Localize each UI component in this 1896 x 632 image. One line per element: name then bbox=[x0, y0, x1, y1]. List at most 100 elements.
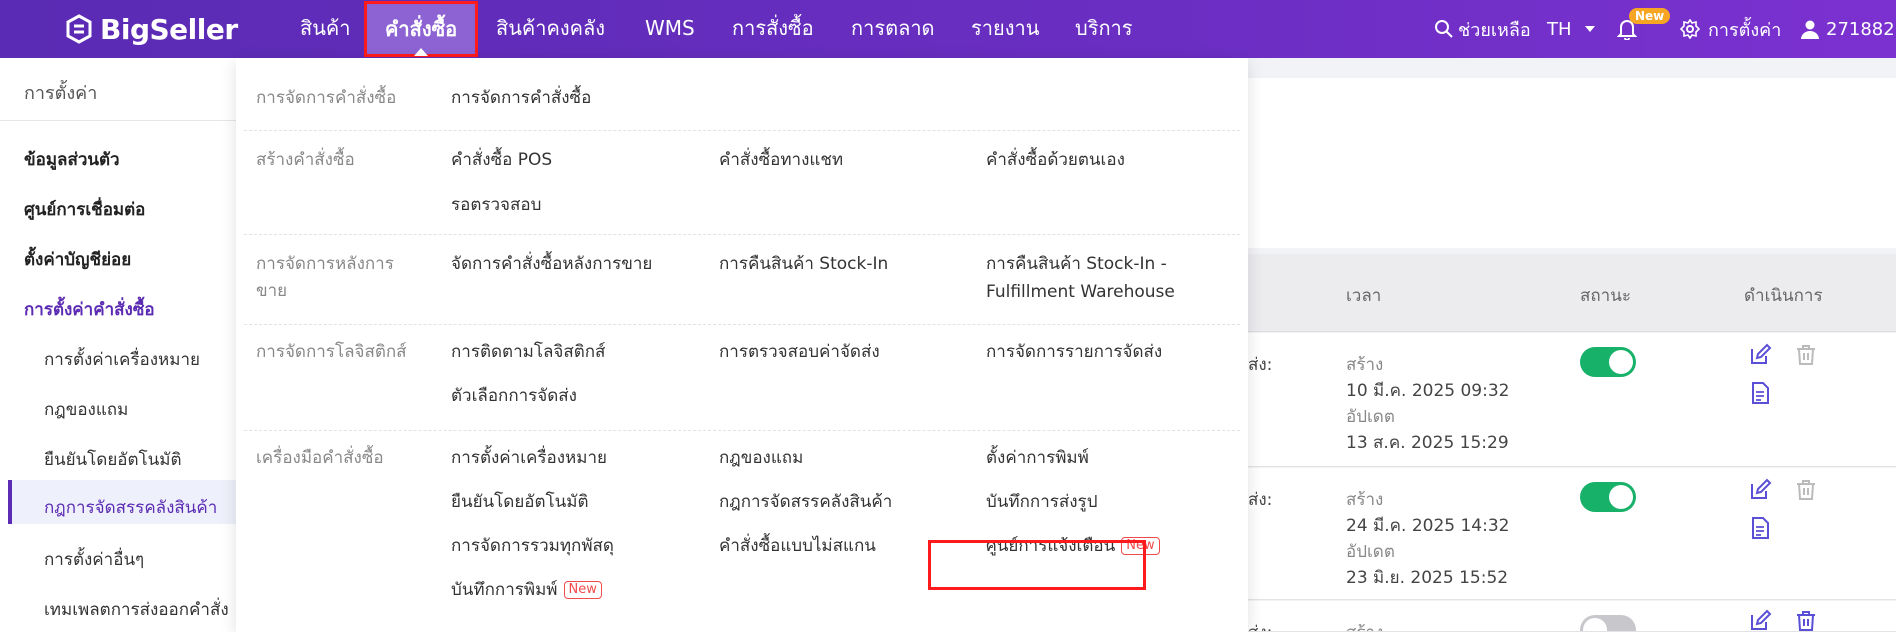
row-partial-text: ส่ง: bbox=[1248, 619, 1272, 631]
trash-icon[interactable] bbox=[1794, 343, 1818, 367]
sidebar-item-personal-info[interactable]: ข้อมูลส่วนตัว bbox=[24, 146, 120, 173]
link-auto-confirm[interactable]: ยืนยันโดยอัตโนมัติ bbox=[451, 488, 589, 516]
table-row: ส่ง: สร้าง bbox=[1248, 601, 1896, 632]
edit-icon[interactable] bbox=[1748, 478, 1772, 502]
gear-icon bbox=[1680, 19, 1700, 39]
user-menu[interactable]: 271882... bbox=[1800, 0, 1896, 58]
row-divider bbox=[244, 234, 1240, 235]
link-print-settings[interactable]: ตั้งค่าการพิมพ์ bbox=[986, 444, 1089, 472]
link-print-log[interactable]: บันทึกการพิมพ์ New bbox=[451, 576, 602, 604]
link-shipment-list[interactable]: การจัดการรายการจัดส่ง bbox=[986, 338, 1162, 366]
updated-time: 13 ส.ค. 2025 15:29 bbox=[1346, 433, 1509, 453]
caret-down-icon bbox=[1584, 26, 1595, 32]
updated-time: 23 มิ.ย. 2025 15:52 bbox=[1346, 568, 1509, 588]
link-no-scan-orders[interactable]: คำสั่งซื้อแบบไม่สแกน bbox=[719, 532, 876, 560]
created-label: สร้าง bbox=[1346, 619, 1383, 631]
nav-reports[interactable]: รายงาน bbox=[971, 0, 1039, 58]
link-tag-settings[interactable]: การตั้งค่าเครื่องหมาย bbox=[451, 444, 607, 472]
dropdown-caret bbox=[414, 48, 429, 56]
language-selector[interactable]: TH bbox=[1547, 0, 1596, 58]
help-link[interactable]: ช่วยเหลือ bbox=[1434, 0, 1531, 58]
sidebar-divider bbox=[0, 120, 236, 121]
nav-orders[interactable]: คำสั่งซื้อ bbox=[364, 1, 479, 57]
sidebar-subitem-warehouse-allocation[interactable]: กฎการจัดสรรคลังสินค้า bbox=[44, 494, 217, 521]
link-order-management[interactable]: การจัดการคำสั่งซื้อ bbox=[451, 84, 591, 112]
top-navigation-bar: BigSeller สินค้า คำสั่งซื้อ สินค้าคงคลัง… bbox=[0, 0, 1896, 58]
status-toggle[interactable] bbox=[1580, 482, 1636, 512]
sidebar-subitem-export-template[interactable]: เทมเพลตการส่งออกคำสั่ง bbox=[44, 596, 229, 623]
nav-products[interactable]: สินค้า bbox=[300, 0, 351, 58]
category-after-sale-line2: ขาย bbox=[256, 281, 288, 301]
category-after-sale: การจัดการหลังการ bbox=[256, 254, 394, 274]
link-logistics-tracking[interactable]: การติดตามโลจิสติกส์ bbox=[451, 338, 605, 366]
sidebar-subitem-auto-confirm[interactable]: ยืนยันโดยอัตโนมัติ bbox=[44, 446, 182, 473]
category-create-order: สร้างคำสั่งซื้อ bbox=[256, 150, 355, 170]
sidebar-item-sub-accounts[interactable]: ตั้งค่าบัญชีย่อย bbox=[24, 246, 131, 273]
updated-label: อัปเดต bbox=[1346, 542, 1395, 562]
category-logistics: การจัดการโลจิสติกส์ bbox=[256, 342, 407, 362]
link-pending-review[interactable]: รอตรวจสอบ bbox=[451, 191, 541, 219]
link-return-stock-in-fulfillment[interactable]: การคืนสินค้า Stock-In - Fulfillment Ware… bbox=[986, 250, 1175, 306]
created-label: สร้าง bbox=[1346, 355, 1384, 375]
status-toggle[interactable] bbox=[1580, 615, 1636, 631]
sidebar-title: การตั้งค่า bbox=[24, 83, 98, 104]
bigseller-logo[interactable]: BigSeller bbox=[64, 11, 238, 47]
link-return-stock-in[interactable]: การคืนสินค้า Stock-In bbox=[719, 250, 888, 278]
nav-services[interactable]: บริการ bbox=[1075, 0, 1133, 58]
link-return-stock-in-fulfillment-line2: Fulfillment Warehouse bbox=[986, 282, 1175, 302]
sidebar-item-integration-center[interactable]: ศูนย์การเชื่อมต่อ bbox=[24, 196, 145, 223]
new-tag: New bbox=[563, 581, 602, 599]
nav-marketing[interactable]: การตลาด bbox=[851, 0, 935, 58]
sidebar-subitem-tag-settings[interactable]: การตั้งค่าเครื่องหมาย bbox=[44, 346, 200, 373]
search-icon bbox=[1435, 20, 1453, 38]
row-divider bbox=[244, 324, 1240, 325]
updated-label: อัปเดต bbox=[1346, 407, 1395, 427]
settings-link[interactable]: การตั้งค่า bbox=[1680, 0, 1781, 58]
help-label: ช่วยเหลือ bbox=[1458, 19, 1531, 41]
link-shipping-options[interactable]: ตัวเลือกการจัดส่ง bbox=[451, 382, 577, 410]
link-pos-order[interactable]: คำสั่งซื้อ POS bbox=[451, 146, 552, 174]
column-header-actions: ดำเนินการ bbox=[1744, 286, 1823, 306]
document-icon[interactable] bbox=[1748, 516, 1772, 540]
bigseller-logo-icon bbox=[66, 14, 92, 44]
nav-orders-label: คำสั่งซื้อ bbox=[385, 17, 458, 41]
row-partial-text: ส่ง: bbox=[1248, 355, 1273, 375]
sidebar-subitem-other-settings[interactable]: การตั้งค่าอื่นๆ bbox=[44, 546, 144, 573]
link-merge-parcels[interactable]: การจัดการรวมทุกพัสดุ bbox=[451, 532, 614, 560]
sidebar-subitem-gift-rules[interactable]: กฎของแถม bbox=[44, 396, 128, 423]
link-chat-order[interactable]: คำสั่งซื้อทางแชท bbox=[719, 146, 843, 174]
table-row: ส่ง: สร้าง 24 มี.ค. 2025 14:32 อัปเดต 23… bbox=[1248, 468, 1896, 600]
sidebar-item-order-settings[interactable]: การตั้งค่าคำสั่งซื้อ bbox=[24, 296, 155, 323]
language-label: TH bbox=[1547, 18, 1572, 40]
link-warehouse-allocation-rules[interactable]: กฎการจัดสรรคลังสินค้า bbox=[719, 488, 892, 516]
created-time: 24 มี.ค. 2025 14:32 bbox=[1346, 516, 1510, 536]
user-icon bbox=[1801, 20, 1819, 39]
logo-text: BigSeller bbox=[100, 12, 238, 46]
trash-icon[interactable] bbox=[1794, 478, 1818, 502]
row-divider bbox=[244, 430, 1240, 431]
row-divider bbox=[244, 130, 1240, 131]
nav-inventory[interactable]: สินค้าคงคลัง bbox=[496, 0, 605, 58]
link-after-sale-management[interactable]: จัดการคำสั่งซื้อหลังการขาย bbox=[451, 250, 652, 278]
edit-icon[interactable] bbox=[1748, 343, 1772, 367]
link-shipping-fee-check[interactable]: การตรวจสอบค่าจัดส่ง bbox=[719, 338, 880, 366]
link-photo-send-log[interactable]: บันทึกการส่งรูป bbox=[986, 488, 1097, 516]
nav-purchasing[interactable]: การสั่งซื้อ bbox=[732, 0, 814, 58]
trash-icon[interactable] bbox=[1794, 609, 1818, 632]
link-gift-rules[interactable]: กฎของแถม bbox=[719, 444, 803, 472]
orders-dropdown-menu: การจัดการคำสั่งซื้อ การจัดการคำสั่งซื้อ … bbox=[236, 58, 1248, 632]
table-row: ส่ง: สร้าง 10 มี.ค. 2025 09:32 อัปเดต 13… bbox=[1248, 333, 1896, 467]
edit-icon[interactable] bbox=[1748, 609, 1772, 632]
link-return-stock-in-fulfillment-line1: การคืนสินค้า Stock-In - bbox=[986, 254, 1167, 274]
nav-wms[interactable]: WMS bbox=[645, 0, 695, 58]
column-header-status: สถานะ bbox=[1580, 286, 1631, 306]
link-manual-order[interactable]: คำสั่งซื้อด้วยตนเอง bbox=[986, 146, 1125, 174]
status-toggle[interactable] bbox=[1580, 347, 1636, 377]
user-label: 271882... bbox=[1826, 18, 1896, 40]
link-print-log-label: บันทึกการพิมพ์ bbox=[451, 580, 558, 600]
column-header-time: เวลา bbox=[1346, 286, 1382, 306]
settings-sidebar: การตั้งค่า ข้อมูลส่วนตัว ศูนย์การเชื่อมต… bbox=[0, 58, 236, 632]
document-icon[interactable] bbox=[1748, 381, 1772, 405]
category-order-tools: เครื่องมือคำสั่งซื้อ bbox=[256, 448, 384, 468]
settings-label: การตั้งค่า bbox=[1708, 19, 1782, 41]
